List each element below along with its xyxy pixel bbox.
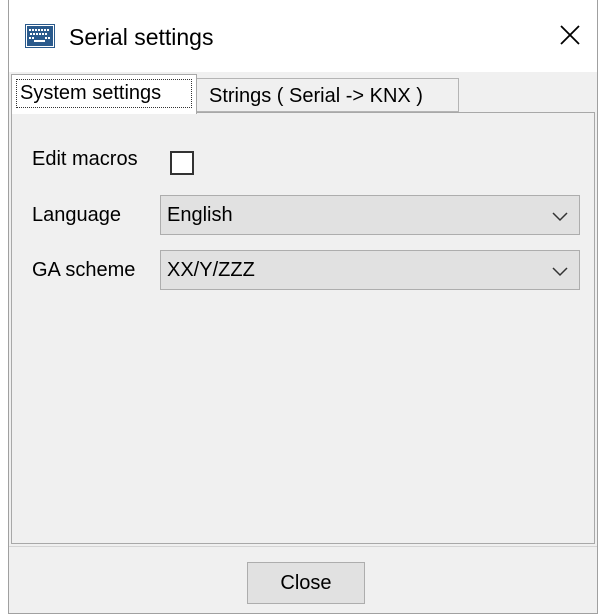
serial-settings-dialog: Serial settings System settings Strings … [8,0,598,614]
tab-system-settings[interactable]: System settings [11,74,197,114]
language-select[interactable]: English [160,195,580,235]
footer-divider [9,546,597,547]
edit-macros-checkbox[interactable] [170,151,194,175]
close-icon[interactable] [553,18,587,52]
tab-label: System settings [20,82,162,104]
system-settings-panel: Edit macros Language English GA scheme X… [11,112,595,544]
title-bar: Serial settings [9,0,597,72]
ga-scheme-value: XX/Y/ZZZ [167,259,255,281]
tab-strings-serial-knx[interactable]: Strings ( Serial -> KNX ) [197,78,459,112]
close-button[interactable]: Close [247,562,365,604]
tab-strip: System settings Strings ( Serial -> KNX … [11,74,597,114]
edit-macros-label: Edit macros [32,148,138,170]
tab-label: Strings ( Serial -> KNX ) [209,85,423,107]
language-value: English [167,204,233,226]
ga-scheme-select[interactable]: XX/Y/ZZZ [160,250,580,290]
window-title: Serial settings [69,24,214,50]
chevron-down-icon [552,267,568,277]
ga-scheme-label: GA scheme [32,259,136,281]
keyboard-window-icon [25,24,55,48]
chevron-down-icon [552,212,568,222]
language-label: Language [32,204,121,226]
